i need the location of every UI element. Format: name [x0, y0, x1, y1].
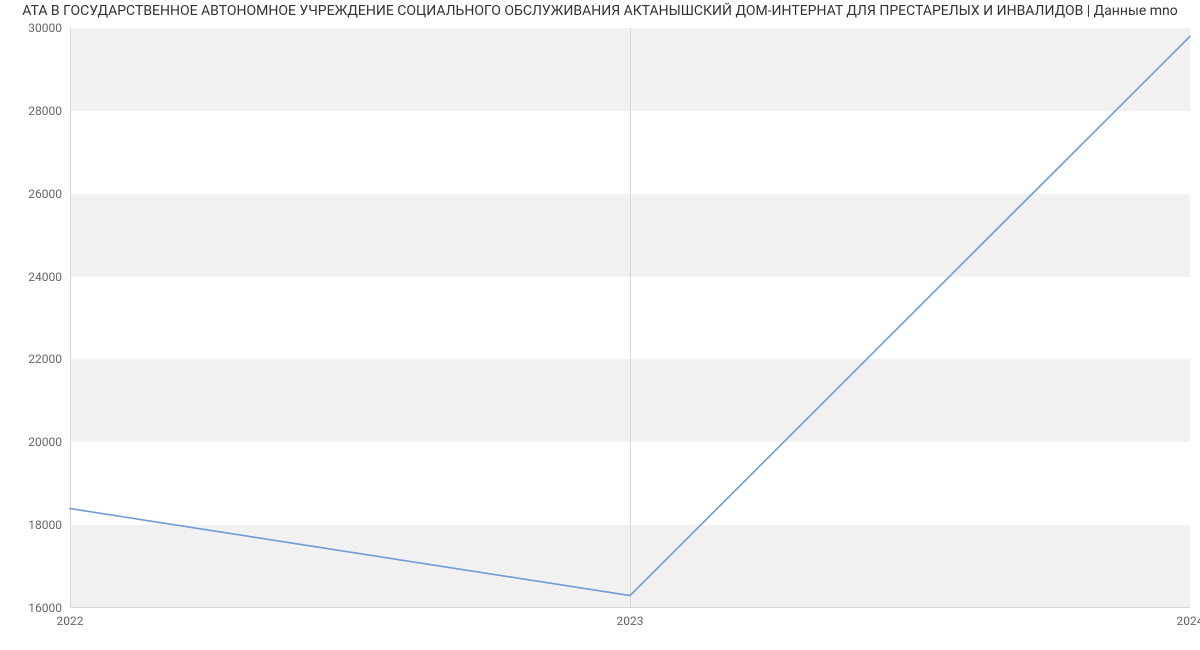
x-tick-label: 2023 — [617, 614, 644, 628]
x-tick-label: 2022 — [57, 614, 84, 628]
plot-inner: 16000 18000 20000 22000 24000 26000 2800… — [70, 28, 1190, 608]
y-tick-label: 18000 — [28, 518, 62, 532]
y-tick-label: 16000 — [28, 601, 62, 615]
x-tick-label: 2024 — [1177, 614, 1200, 628]
y-tick-label: 30000 — [28, 21, 62, 35]
y-tick-label: 22000 — [28, 352, 62, 366]
series-path — [70, 36, 1190, 595]
plot-area: 16000 18000 20000 22000 24000 26000 2800… — [70, 28, 1190, 608]
y-tick-label: 26000 — [28, 187, 62, 201]
y-tick-label: 28000 — [28, 104, 62, 118]
chart-container: АТА В ГОСУДАРСТВЕННОЕ АВТОНОМНОЕ УЧРЕЖДЕ… — [0, 0, 1200, 650]
chart-title: АТА В ГОСУДАРСТВЕННОЕ АВТОНОМНОЕ УЧРЕЖДЕ… — [0, 0, 1200, 22]
y-tick-label: 24000 — [28, 270, 62, 284]
y-tick-label: 20000 — [28, 435, 62, 449]
line-series — [70, 28, 1190, 608]
